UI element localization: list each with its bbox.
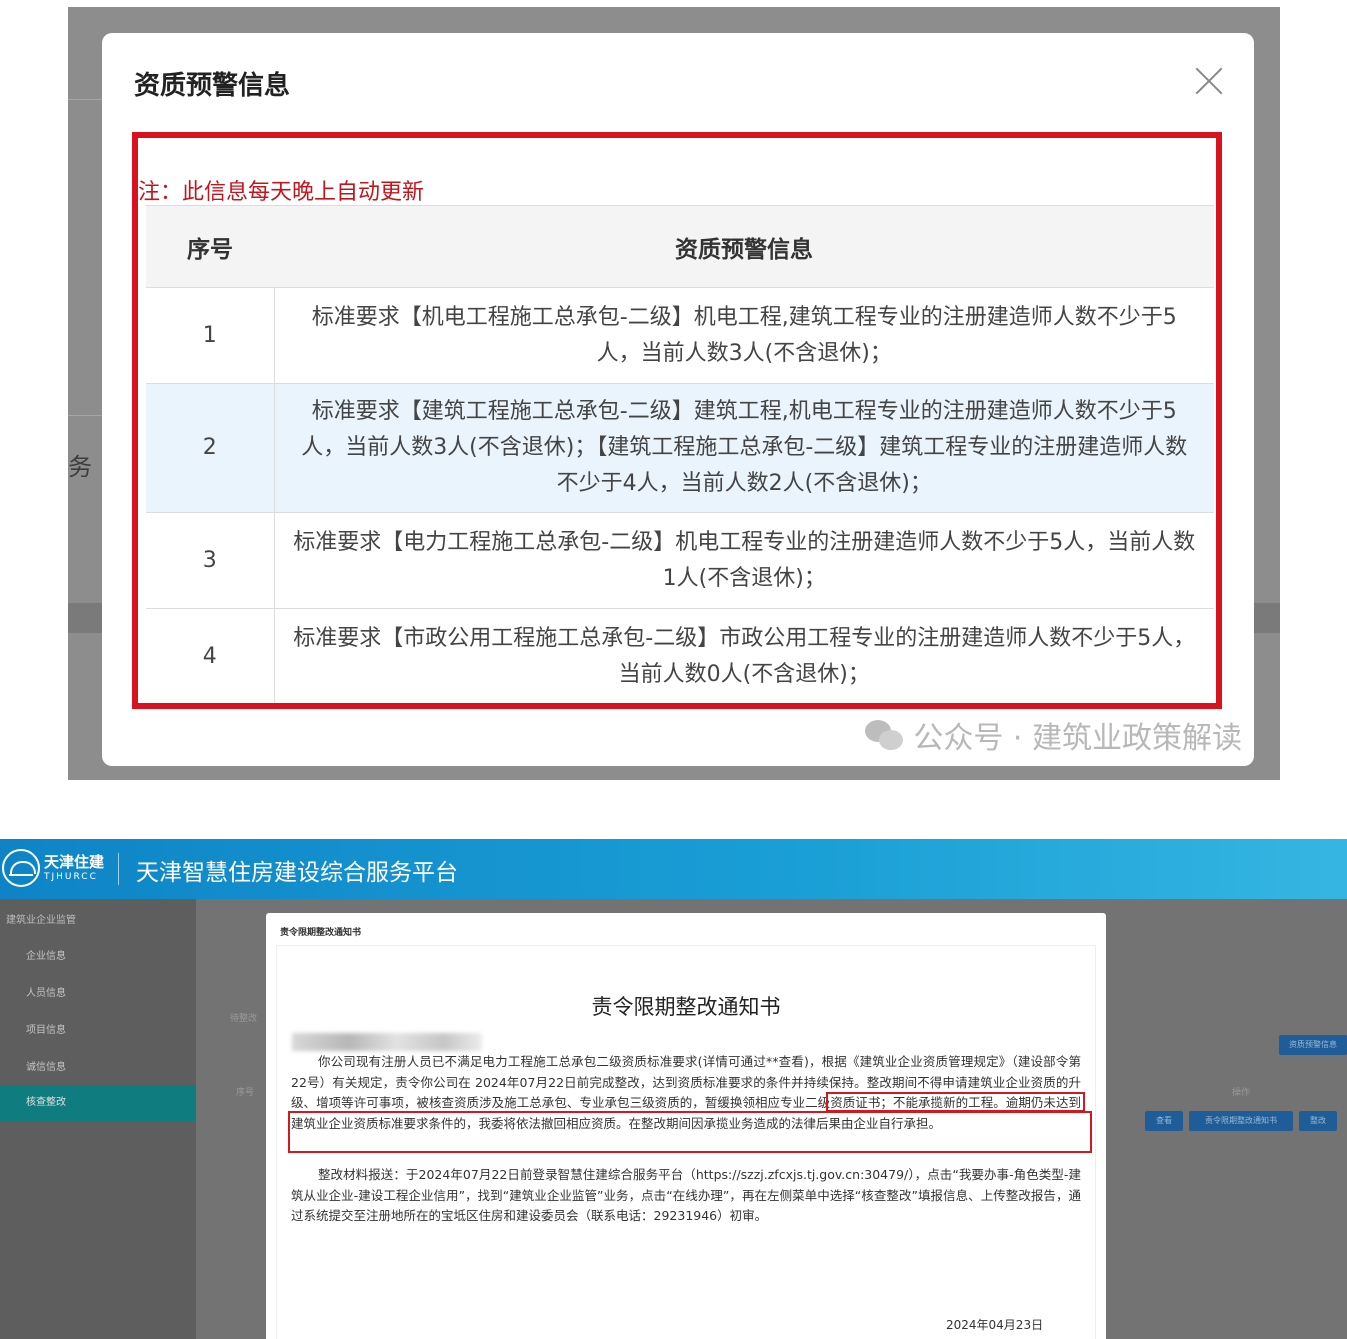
sidebar-item-personnel[interactable]: 人员信息: [26, 984, 66, 999]
tab-pending[interactable]: 待整改: [230, 1011, 257, 1024]
column-header-index: 序号: [146, 205, 274, 288]
highlight-frame: 注：此信息每天晚上自动更新 序号 资质预警信息 1 标准要求【机电工程施工总承包…: [132, 132, 1222, 709]
notice-date: 2024年04月23日: [946, 1318, 1044, 1332]
logo-icon: [2, 849, 40, 887]
notice-dialog-header: 责令限期整改通知书: [280, 928, 362, 938]
table-row: 4 标准要求【市政公用工程施工总承包-二级】市政公用工程专业的注册建造师人数不少…: [146, 608, 1214, 703]
sidebar: 建筑业企业监管 企业信息 人员信息 项目信息 诚信信息 核查整改: [0, 899, 196, 1339]
browser-toolbar: [0, 815, 1347, 839]
logo-text: 天津住建: [44, 853, 105, 871]
redacted-company-name: [292, 1033, 482, 1051]
row-index: 2: [146, 383, 275, 513]
background-text-fragment: 务: [68, 453, 92, 481]
sidebar-item-company[interactable]: 企业信息: [26, 947, 66, 962]
sidebar-item-credit[interactable]: 诚信信息: [26, 1058, 66, 1073]
row-text: 标准要求【建筑工程施工总承包-二级】建筑工程,机电工程专业的注册建造师人数不少于…: [274, 383, 1214, 513]
row-text: 标准要求【电力工程施工总承包-二级】机电工程专业的注册建造师人数不少于5人，当前…: [274, 512, 1214, 609]
logo-subtext: TJHURCC: [44, 872, 98, 882]
rectify-button[interactable]: 整改: [1299, 1111, 1337, 1131]
table-row: 2 标准要求【建筑工程施工总承包-二级】建筑工程,机电工程专业的注册建造师人数不…: [146, 383, 1214, 513]
notice-button[interactable]: 责令限期整改通知书: [1189, 1111, 1293, 1131]
header-divider: [118, 853, 119, 885]
notice-paragraph: 整改材料报送：于2024年07月22日前登录智慧住建综合服务平台（https:/…: [291, 1167, 1081, 1223]
column-header-info: 资质预警信息: [274, 205, 1214, 288]
qualification-alert-dialog: 资质预警信息 注：此信息每天晚上自动更新 序号 资质预警信息 1 标准要求【机电…: [102, 33, 1254, 766]
qualification-alert-button[interactable]: 资质预警信息: [1279, 1035, 1347, 1055]
notice-screenshot: 天津住建 TJHURCC 天津智慧住房建设综合服务平台 建筑业企业监管 企业信息…: [0, 815, 1347, 1339]
highlight-box: [288, 1111, 1092, 1153]
row-index: 4: [146, 608, 275, 703]
sidebar-group-supervision[interactable]: 建筑业企业监管: [6, 911, 76, 926]
column-header-action: 操作: [1232, 1088, 1251, 1098]
watermark-text: 公众号 · 建筑业政策解读: [913, 721, 1242, 756]
table-row: 3 标准要求【电力工程施工总承包-二级】机电工程专业的注册建造师人数不少于5人，…: [146, 512, 1214, 609]
close-icon[interactable]: [1194, 66, 1224, 96]
table-row: 1 标准要求【机电工程施工总承包-二级】机电工程,建筑工程专业的注册建造师人数不…: [146, 287, 1214, 384]
sidebar-item-projects[interactable]: 项目信息: [26, 1021, 66, 1036]
highlight-box: [826, 1092, 1085, 1112]
row-index: 1: [146, 287, 275, 384]
notice-title: 责令限期整改通知书: [591, 995, 781, 1019]
view-button[interactable]: 查看: [1145, 1111, 1183, 1131]
row-text: 标准要求【市政公用工程施工总承包-二级】市政公用工程专业的注册建造师人数不少于5…: [274, 608, 1214, 703]
row-index: 3: [146, 512, 275, 609]
column-header-index: 序号: [236, 1088, 255, 1098]
table-header-row: 序号 资质预警信息: [146, 205, 1214, 288]
alert-table: 序号 资质预警信息 1 标准要求【机电工程施工总承包-二级】机电工程,建筑工程专…: [146, 205, 1214, 703]
update-note: 注：此信息每天晚上自动更新: [138, 180, 425, 205]
dialog-title: 资质预警信息: [134, 71, 291, 101]
platform-title: 天津智慧住房建设综合服务平台: [136, 860, 458, 886]
wechat-icon: [865, 718, 905, 752]
sidebar-item-rectification[interactable]: 核查整改: [0, 1085, 196, 1121]
row-text: 标准要求【机电工程施工总承包-二级】机电工程,建筑工程专业的注册建造师人数不少于…: [274, 287, 1214, 384]
app-header: 天津住建 TJHURCC 天津智慧住房建设综合服务平台: [0, 839, 1347, 899]
alert-screenshot: 务 资质预警信息 注：此信息每天晚上自动更新 序号 资质预警信息 1 标准要求【…: [68, 7, 1280, 780]
watermark: 公众号 · 建筑业政策解读: [865, 713, 1242, 757]
